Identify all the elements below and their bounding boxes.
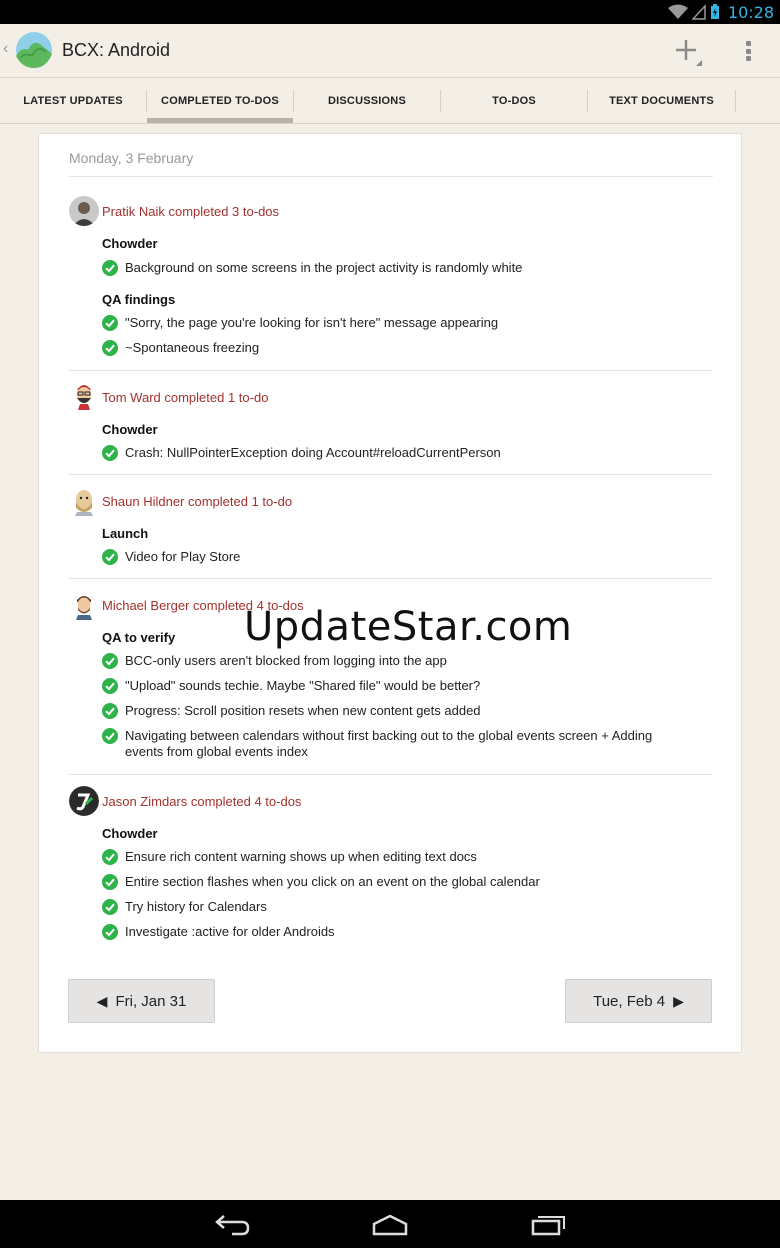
project-name[interactable]: QA findings bbox=[102, 292, 175, 307]
recent-apps-icon[interactable] bbox=[528, 1212, 568, 1238]
todo-item[interactable]: "Sorry, the page you're looking for isn'… bbox=[102, 315, 702, 331]
todo-text: Crash: NullPointerException doing Accoun… bbox=[125, 445, 501, 460]
wifi-icon bbox=[667, 4, 688, 19]
previous-day-button[interactable]: ◀ Fri, Jan 31 bbox=[68, 979, 215, 1023]
todo-text: "Upload" sounds techie. Maybe "Shared fi… bbox=[125, 678, 481, 693]
add-icon[interactable] bbox=[672, 36, 702, 66]
todo-text: Try history for Calendars bbox=[125, 899, 267, 914]
watermark-text: UpdateStar.com bbox=[244, 604, 573, 650]
todo-item[interactable]: Investigate :active for older Androids bbox=[102, 924, 702, 940]
tab-text-documents[interactable]: TEXT DOCUMENTS bbox=[588, 78, 735, 124]
right-triangle-icon: ▶ bbox=[673, 992, 684, 1009]
completed-check-icon bbox=[102, 728, 118, 744]
avatar-jason-zimdars[interactable] bbox=[69, 786, 99, 816]
todo-item[interactable]: Crash: NullPointerException doing Accoun… bbox=[102, 445, 702, 461]
todo-text: Video for Play Store bbox=[125, 549, 241, 564]
person-completed-line[interactable]: Pratik Naik completed 3 to-dos bbox=[102, 204, 279, 219]
tab-label: COMPLETED TO-DOS bbox=[161, 95, 279, 107]
todo-text: Ensure rich content warning shows up whe… bbox=[125, 849, 477, 864]
next-day-button[interactable]: Tue, Feb 4 ▶ bbox=[565, 979, 712, 1023]
status-time: 10:28 bbox=[727, 2, 774, 22]
project-name[interactable]: Launch bbox=[102, 526, 148, 541]
project-name[interactable]: QA to verify bbox=[102, 630, 175, 645]
left-triangle-icon: ◀ bbox=[96, 992, 108, 1009]
home-icon[interactable] bbox=[370, 1212, 410, 1238]
todo-text: ~Spontaneous freezing bbox=[125, 340, 260, 355]
todo-text: Progress: Scroll position resets when ne… bbox=[125, 703, 481, 718]
divider bbox=[69, 774, 713, 775]
cell-signal-icon bbox=[691, 4, 706, 20]
back-icon[interactable] bbox=[212, 1212, 252, 1238]
tab-active-indicator bbox=[147, 118, 293, 123]
tab-todos[interactable]: TO-DOS bbox=[441, 78, 587, 124]
todo-item[interactable]: BCC-only users aren't blocked from loggi… bbox=[102, 653, 702, 669]
overflow-menu-icon[interactable] bbox=[740, 38, 756, 64]
todo-text: BCC-only users aren't blocked from loggi… bbox=[125, 653, 447, 668]
action-bar: ‹ BCX: Android bbox=[0, 24, 780, 78]
avatar-shaun-hildner[interactable] bbox=[69, 486, 99, 516]
todo-text: Navigating between calendars without fir… bbox=[125, 728, 653, 759]
activity-entry: Jason Zimdars completed 4 to-dos Chowder… bbox=[69, 784, 713, 944]
avatar-tom-ward[interactable] bbox=[69, 380, 99, 410]
tab-latest-updates[interactable]: LATEST UPDATES bbox=[0, 78, 146, 124]
todo-text: Background on some screens in the projec… bbox=[125, 260, 523, 275]
activity-entry: Pratik Naik completed 3 to-dos Chowder B… bbox=[69, 194, 713, 371]
todo-item[interactable]: Background on some screens in the projec… bbox=[102, 260, 702, 276]
todo-item[interactable]: Video for Play Store bbox=[102, 549, 702, 565]
completed-todos-card: Monday, 3 February Pratik Naik completed… bbox=[38, 133, 742, 1053]
divider bbox=[69, 578, 713, 579]
completed-check-icon bbox=[102, 703, 118, 719]
completed-check-icon bbox=[102, 653, 118, 669]
battery-icon bbox=[710, 4, 719, 19]
todo-text: "Sorry, the page you're looking for isn'… bbox=[125, 315, 499, 330]
app-title: BCX: Android bbox=[62, 40, 171, 60]
completed-check-icon bbox=[102, 899, 118, 915]
divider bbox=[69, 370, 713, 371]
person-completed-line[interactable]: Tom Ward completed 1 to-do bbox=[102, 390, 268, 405]
completed-check-icon bbox=[102, 340, 118, 356]
todo-text: Entire section flashes when you click on… bbox=[125, 874, 540, 889]
divider bbox=[69, 474, 713, 475]
todo-item[interactable]: "Upload" sounds techie. Maybe "Shared fi… bbox=[102, 678, 702, 694]
completed-check-icon bbox=[102, 874, 118, 890]
completed-check-icon bbox=[102, 924, 118, 940]
completed-check-icon bbox=[102, 260, 118, 276]
tab-discussions[interactable]: DISCUSSIONS bbox=[294, 78, 440, 124]
up-chevron-icon[interactable]: ‹ bbox=[3, 40, 8, 58]
tab-label: DISCUSSIONS bbox=[328, 95, 406, 107]
todo-item[interactable]: Ensure rich content warning shows up whe… bbox=[102, 849, 702, 865]
next-day-label: Tue, Feb 4 bbox=[593, 992, 666, 1010]
day-heading: Monday, 3 February bbox=[69, 150, 194, 166]
completed-check-icon bbox=[102, 849, 118, 865]
avatar-pratik-naik[interactable] bbox=[69, 196, 99, 226]
todo-item[interactable]: Entire section flashes when you click on… bbox=[102, 874, 702, 890]
project-name[interactable]: Chowder bbox=[102, 826, 158, 841]
completed-check-icon bbox=[102, 678, 118, 694]
completed-check-icon bbox=[102, 549, 118, 565]
tab-bar: LATEST UPDATES COMPLETED TO-DOS DISCUSSI… bbox=[0, 78, 780, 124]
avatar-michael-berger[interactable] bbox=[69, 590, 99, 620]
tab-label: TO-DOS bbox=[492, 95, 536, 107]
divider bbox=[69, 176, 713, 177]
basecamp-logo-icon[interactable] bbox=[12, 32, 56, 68]
todo-item[interactable]: Try history for Calendars bbox=[102, 899, 702, 915]
todo-text: Investigate :active for older Androids bbox=[125, 924, 335, 939]
todo-item[interactable]: Progress: Scroll position resets when ne… bbox=[102, 703, 702, 719]
person-completed-line[interactable]: Shaun Hildner completed 1 to-do bbox=[102, 494, 292, 509]
tab-label: TEXT DOCUMENTS bbox=[609, 95, 714, 107]
completed-check-icon bbox=[102, 445, 118, 461]
todo-item[interactable]: ~Spontaneous freezing bbox=[102, 340, 702, 356]
completed-check-icon bbox=[102, 315, 118, 331]
activity-entry: Tom Ward completed 1 to-do Chowder Crash… bbox=[69, 380, 713, 475]
activity-entry: Shaun Hildner completed 1 to-do Launch V… bbox=[69, 484, 713, 579]
tab-label: LATEST UPDATES bbox=[23, 95, 123, 107]
todo-item[interactable]: Navigating between calendars without fir… bbox=[102, 728, 692, 760]
project-name[interactable]: Chowder bbox=[102, 236, 158, 251]
project-name[interactable]: Chowder bbox=[102, 422, 158, 437]
previous-day-label: Fri, Jan 31 bbox=[115, 992, 187, 1010]
status-bar: 10:28 bbox=[0, 0, 780, 24]
person-completed-line[interactable]: Jason Zimdars completed 4 to-dos bbox=[102, 794, 301, 809]
system-navigation-bar bbox=[0, 1200, 780, 1248]
